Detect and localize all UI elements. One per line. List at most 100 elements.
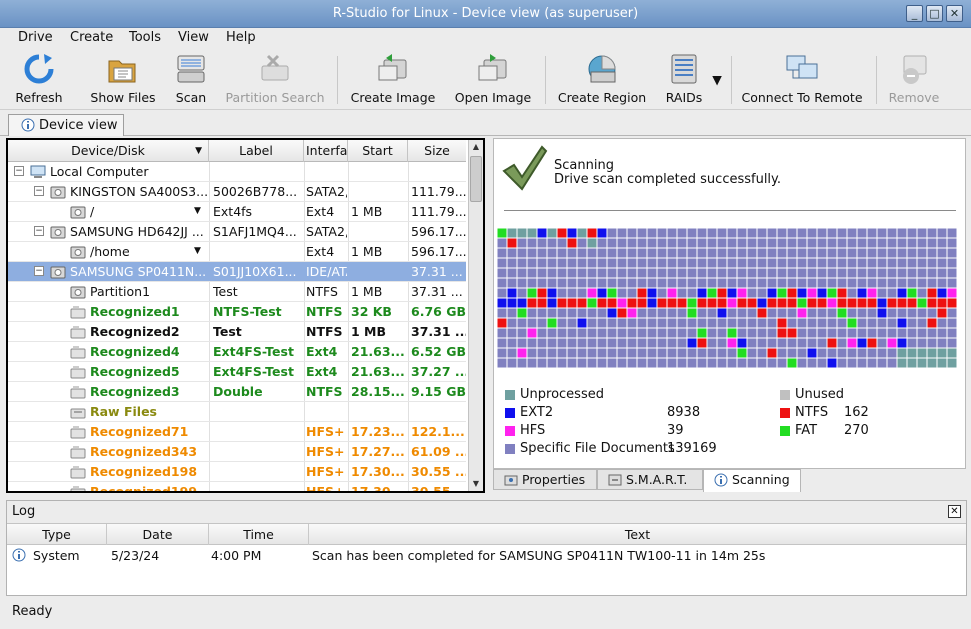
scan-map-cell xyxy=(627,328,637,338)
scan-map-cell xyxy=(687,238,697,248)
connect-to-remote-button[interactable]: Connect To Remote xyxy=(740,52,864,105)
scan-map-cell xyxy=(647,248,657,258)
scan-button[interactable]: Scan xyxy=(168,52,214,105)
log-column-text[interactable]: Text xyxy=(309,524,966,545)
show-files-button[interactable]: Show Files xyxy=(88,52,158,105)
scan-map-cell xyxy=(537,308,547,318)
scan-map-cell xyxy=(947,318,957,328)
scan-map-cell xyxy=(667,338,677,348)
tree-row[interactable]: − SAMSUNG SP0411N... S01JJ10X61... IDE/ATAP… xyxy=(8,262,466,282)
column-interface[interactable]: Interfa xyxy=(304,140,348,162)
column-label[interactable]: Label xyxy=(209,140,304,162)
tree-row[interactable]: Recognized198 HFS+ 17.30... 30.55 ... xyxy=(8,462,466,482)
scan-map-cell xyxy=(677,278,687,288)
tree-row[interactable]: Recognized3 Double NTFS 28.15... 9.15 GB xyxy=(8,382,466,402)
scrollbar-thumb[interactable] xyxy=(470,156,482,202)
remove-button[interactable]: Remove xyxy=(886,52,942,105)
minimize-button[interactable]: _ xyxy=(906,5,923,22)
tree-row[interactable]: Recognized5 Ext4FS-Test Ext4 21.63... 37.27 … xyxy=(8,362,466,382)
create-region-button[interactable]: Create Region xyxy=(556,52,648,105)
tree-row[interactable]: / Ext4fs Ext4 1 MB 111.79... ▼ xyxy=(8,202,466,222)
scan-map-cell xyxy=(777,258,787,268)
column-device-disk[interactable]: Device/Disk ▼ xyxy=(8,140,209,162)
scan-map-cell xyxy=(917,228,927,238)
scan-map-cell xyxy=(837,268,847,278)
menu-create[interactable]: Create xyxy=(70,30,113,45)
tree-row[interactable]: − SAMSUNG HD642JJ ... S1AFJ1MQ4... SATA2, H… xyxy=(8,222,466,242)
tree-row[interactable]: Recognized4 Ext4FS-Test Ext4 21.63... 6.52 G… xyxy=(8,342,466,362)
log-column-date[interactable]: Date xyxy=(107,524,209,545)
scan-map-cell xyxy=(917,318,927,328)
partition-search-button[interactable]: Partition Search xyxy=(224,52,326,105)
tree-row[interactable]: Recognized2 Test NTFS 1 MB 37.31 ... xyxy=(8,322,466,342)
scan-map-cell xyxy=(577,308,587,318)
scan-map-cell xyxy=(917,328,927,338)
menu-help[interactable]: Help xyxy=(226,30,256,45)
panel-splitter[interactable] xyxy=(487,138,492,493)
scan-map-cell xyxy=(497,358,507,368)
scan-map-cell xyxy=(507,248,517,258)
log-column-time[interactable]: Time xyxy=(209,524,309,545)
raids-dropdown-button[interactable]: ▼ xyxy=(710,72,724,87)
tree-row[interactable]: /home Ext4 1 MB 596.17... ▼ xyxy=(8,242,466,262)
raids-button[interactable]: RAIDs xyxy=(660,52,708,105)
scan-map-cell xyxy=(747,348,757,358)
chevron-down-icon[interactable]: ▼ xyxy=(194,246,201,256)
tab-smart[interactable]: S.M.A.R.T. xyxy=(597,469,703,490)
recognized-icon xyxy=(70,304,86,320)
recognized-icon xyxy=(70,484,86,491)
scroll-up-icon[interactable]: ▲ xyxy=(469,140,483,154)
tree-row[interactable]: Recognized1 NTFS-Test NTFS 32 KB 6.76 GB xyxy=(8,302,466,322)
collapse-icon[interactable]: − xyxy=(34,186,44,196)
menu-view[interactable]: View xyxy=(178,30,209,45)
scan-map-cell xyxy=(817,268,827,278)
tree-row[interactable]: Recognized199 HFS+ 17.30... 30.55 ... xyxy=(8,482,466,491)
tree-row[interactable]: Partition1 Test NTFS 1 MB 37.31 ... xyxy=(8,282,466,302)
scan-map-cell xyxy=(687,268,697,278)
scan-map-cell xyxy=(727,358,737,368)
scan-map-cell xyxy=(527,258,537,268)
log-row[interactable]: System 5/23/24 4:00 PM Scan has been com… xyxy=(7,545,966,565)
scan-map-cell xyxy=(867,248,877,258)
column-size[interactable]: Size xyxy=(408,140,466,162)
open-image-button[interactable]: Open Image xyxy=(452,52,534,105)
tree-cell-start: 17.30... xyxy=(351,464,405,479)
tab-properties[interactable]: Properties xyxy=(493,469,597,490)
tab-device-view[interactable]: Device view xyxy=(8,114,124,136)
scan-map-cell xyxy=(657,248,667,258)
scan-map-cell xyxy=(857,308,867,318)
scroll-down-icon[interactable]: ▼ xyxy=(469,477,483,491)
log-column-type[interactable]: Type xyxy=(7,524,107,545)
scan-map-cell xyxy=(827,358,837,368)
scan-map-cell xyxy=(577,268,587,278)
scan-map-cell xyxy=(787,358,797,368)
collapse-icon[interactable]: − xyxy=(14,166,24,176)
tree-row[interactable]: Recognized71 HFS+ 17.23... 122.1... xyxy=(8,422,466,442)
create-image-button[interactable]: Create Image xyxy=(348,52,438,105)
tree-row[interactable]: − Local Computer xyxy=(8,162,466,182)
tab-scanning[interactable]: Scanning xyxy=(703,469,801,492)
tree-row[interactable]: − KINGSTON SA400S3... 50026B778... SATA2, S… xyxy=(8,182,466,202)
scan-map-cell xyxy=(607,318,617,328)
tree-cell-start: 1 MB xyxy=(351,284,383,299)
close-log-icon[interactable]: ✕ xyxy=(948,505,961,518)
collapse-icon[interactable]: − xyxy=(34,266,44,276)
column-start[interactable]: Start xyxy=(348,140,408,162)
scan-map-cell xyxy=(537,318,547,328)
menu-tools[interactable]: Tools xyxy=(129,30,161,45)
scan-map-cell xyxy=(797,248,807,258)
tree-cell-iface: HFS+ xyxy=(306,444,345,459)
scan-map-cell xyxy=(847,308,857,318)
collapse-icon[interactable]: − xyxy=(34,226,44,236)
scan-map-cell xyxy=(947,358,957,368)
maximize-button[interactable]: □ xyxy=(926,5,943,22)
refresh-button[interactable]: Refresh xyxy=(10,52,68,105)
close-button[interactable]: ✕ xyxy=(946,5,963,22)
scan-map-cell xyxy=(717,228,727,238)
menu-drive[interactable]: Drive xyxy=(18,30,53,45)
tree-scrollbar[interactable]: ▲ ▼ xyxy=(468,140,483,491)
chevron-down-icon[interactable]: ▼ xyxy=(194,206,201,216)
tree-row[interactable]: Recognized343 HFS+ 17.27... 61.09 ... xyxy=(8,442,466,462)
tree-row[interactable]: Raw Files xyxy=(8,402,466,422)
scan-map-cell xyxy=(887,258,897,268)
